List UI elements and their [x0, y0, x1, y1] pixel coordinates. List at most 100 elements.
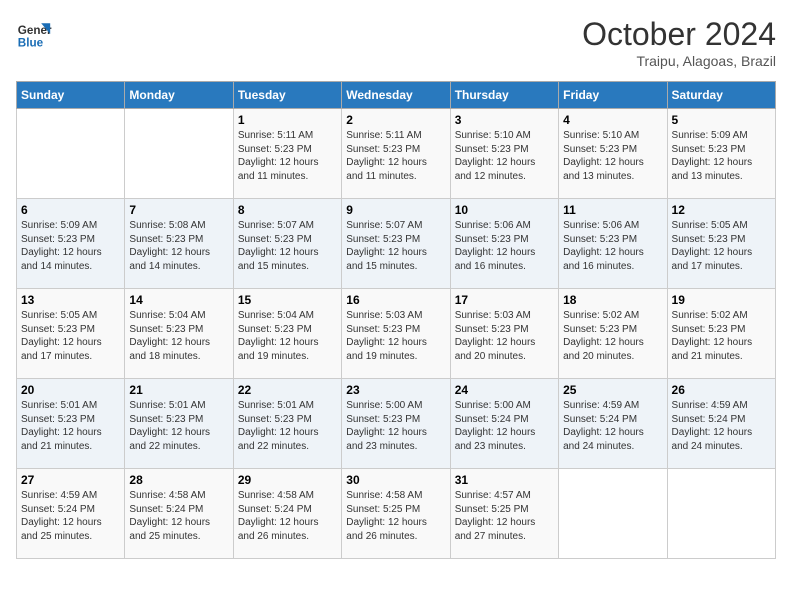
- calendar-cell: 6 Sunrise: 5:09 AM Sunset: 5:23 PM Daylig…: [17, 199, 125, 289]
- day-number: 11: [563, 203, 662, 217]
- calendar-cell: 25 Sunrise: 4:59 AM Sunset: 5:24 PM Dayli…: [559, 379, 667, 469]
- weekday-header-row: SundayMondayTuesdayWednesdayThursdayFrid…: [17, 82, 776, 109]
- day-number: 25: [563, 383, 662, 397]
- day-number: 9: [346, 203, 445, 217]
- calendar-header: SundayMondayTuesdayWednesdayThursdayFrid…: [17, 82, 776, 109]
- day-info: Sunrise: 4:59 AM Sunset: 5:24 PM Dayligh…: [672, 399, 771, 453]
- page-header: General Blue October 2024 Traipu, Alagoa…: [16, 16, 776, 69]
- calendar-cell: 9 Sunrise: 5:07 AM Sunset: 5:23 PM Daylig…: [342, 199, 450, 289]
- calendar-cell: 17 Sunrise: 5:03 AM Sunset: 5:23 PM Dayli…: [450, 289, 558, 379]
- day-number: 26: [672, 383, 771, 397]
- day-info: Sunrise: 5:03 AM Sunset: 5:23 PM Dayligh…: [455, 309, 554, 363]
- day-info: Sunrise: 5:03 AM Sunset: 5:23 PM Dayligh…: [346, 309, 445, 363]
- day-info: Sunrise: 4:58 AM Sunset: 5:24 PM Dayligh…: [238, 489, 337, 543]
- calendar-cell: 3Sunrise: 5:10 AM Sunset: 5:23 PM Daylig…: [450, 109, 558, 199]
- calendar-cell: 22 Sunrise: 5:01 AM Sunset: 5:23 PM Dayli…: [233, 379, 341, 469]
- day-number: 18: [563, 293, 662, 307]
- calendar-cell: 31Sunrise: 4:57 AM Sunset: 5:25 PM Dayli…: [450, 469, 558, 559]
- calendar-cell: 12Sunrise: 5:05 AM Sunset: 5:23 PM Dayli…: [667, 199, 775, 289]
- calendar-cell: 16 Sunrise: 5:03 AM Sunset: 5:23 PM Dayli…: [342, 289, 450, 379]
- day-info: Sunrise: 5:02 AM Sunset: 5:23 PM Dayligh…: [672, 309, 771, 363]
- calendar-cell: 14 Sunrise: 5:04 AM Sunset: 5:23 PM Dayli…: [125, 289, 233, 379]
- calendar-body: 1 Sunrise: 5:11 AM Sunset: 5:23 PM Daylig…: [17, 109, 776, 559]
- day-number: 27: [21, 473, 120, 487]
- day-number: 6: [21, 203, 120, 217]
- calendar-cell: 21Sunrise: 5:01 AM Sunset: 5:23 PM Dayli…: [125, 379, 233, 469]
- day-number: 4: [563, 113, 662, 127]
- weekday-header-wednesday: Wednesday: [342, 82, 450, 109]
- day-number: 28: [129, 473, 228, 487]
- calendar-cell: 18 Sunrise: 5:02 AM Sunset: 5:23 PM Dayli…: [559, 289, 667, 379]
- logo-icon: General Blue: [16, 16, 52, 52]
- calendar-cell: 1 Sunrise: 5:11 AM Sunset: 5:23 PM Daylig…: [233, 109, 341, 199]
- day-number: 20: [21, 383, 120, 397]
- day-info: Sunrise: 5:04 AM Sunset: 5:23 PM Dayligh…: [238, 309, 337, 363]
- day-info: Sunrise: 5:05 AM Sunset: 5:23 PM Dayligh…: [21, 309, 120, 363]
- calendar-cell: 11 Sunrise: 5:06 AM Sunset: 5:23 PM Dayli…: [559, 199, 667, 289]
- weekday-header-thursday: Thursday: [450, 82, 558, 109]
- day-info: Sunrise: 5:01 AM Sunset: 5:23 PM Dayligh…: [21, 399, 120, 453]
- calendar-week-4: 20 Sunrise: 5:01 AM Sunset: 5:23 PM Dayli…: [17, 379, 776, 469]
- day-info: Sunrise: 4:57 AM Sunset: 5:25 PM Dayligh…: [455, 489, 554, 543]
- weekday-header-friday: Friday: [559, 82, 667, 109]
- day-number: 8: [238, 203, 337, 217]
- calendar-cell: [125, 109, 233, 199]
- day-info: Sunrise: 5:01 AM Sunset: 5:23 PM Dayligh…: [238, 399, 337, 453]
- day-info: Sunrise: 4:58 AM Sunset: 5:25 PM Dayligh…: [346, 489, 445, 543]
- day-info: Sunrise: 5:07 AM Sunset: 5:23 PM Dayligh…: [238, 219, 337, 273]
- day-info: Sunrise: 5:06 AM Sunset: 5:23 PM Dayligh…: [563, 219, 662, 273]
- day-number: 2: [346, 113, 445, 127]
- day-info: Sunrise: 5:07 AM Sunset: 5:23 PM Dayligh…: [346, 219, 445, 273]
- calendar-cell: 8 Sunrise: 5:07 AM Sunset: 5:23 PM Daylig…: [233, 199, 341, 289]
- calendar-cell: 2 Sunrise: 5:11 AM Sunset: 5:23 PM Daylig…: [342, 109, 450, 199]
- calendar-cell: 13 Sunrise: 5:05 AM Sunset: 5:23 PM Dayli…: [17, 289, 125, 379]
- day-number: 13: [21, 293, 120, 307]
- calendar-week-1: 1 Sunrise: 5:11 AM Sunset: 5:23 PM Daylig…: [17, 109, 776, 199]
- calendar-cell: 10Sunrise: 5:06 AM Sunset: 5:23 PM Dayli…: [450, 199, 558, 289]
- day-info: Sunrise: 5:09 AM Sunset: 5:23 PM Dayligh…: [21, 219, 120, 273]
- day-number: 17: [455, 293, 554, 307]
- day-number: 22: [238, 383, 337, 397]
- day-number: 1: [238, 113, 337, 127]
- day-info: Sunrise: 5:10 AM Sunset: 5:23 PM Dayligh…: [563, 129, 662, 183]
- weekday-header-saturday: Saturday: [667, 82, 775, 109]
- day-number: 24: [455, 383, 554, 397]
- day-number: 16: [346, 293, 445, 307]
- day-number: 19: [672, 293, 771, 307]
- calendar-table: SundayMondayTuesdayWednesdayThursdayFrid…: [16, 81, 776, 559]
- day-info: Sunrise: 5:11 AM Sunset: 5:23 PM Dayligh…: [238, 129, 337, 183]
- calendar-cell: 23Sunrise: 5:00 AM Sunset: 5:23 PM Dayli…: [342, 379, 450, 469]
- calendar-cell: [559, 469, 667, 559]
- weekday-header-tuesday: Tuesday: [233, 82, 341, 109]
- day-number: 14: [129, 293, 228, 307]
- day-info: Sunrise: 5:06 AM Sunset: 5:23 PM Dayligh…: [455, 219, 554, 273]
- day-number: 30: [346, 473, 445, 487]
- calendar-cell: [17, 109, 125, 199]
- day-info: Sunrise: 5:00 AM Sunset: 5:24 PM Dayligh…: [455, 399, 554, 453]
- calendar-cell: 5Sunrise: 5:09 AM Sunset: 5:23 PM Daylig…: [667, 109, 775, 199]
- title-block: October 2024 Traipu, Alagoas, Brazil: [582, 16, 776, 69]
- weekday-header-sunday: Sunday: [17, 82, 125, 109]
- day-info: Sunrise: 4:59 AM Sunset: 5:24 PM Dayligh…: [563, 399, 662, 453]
- calendar-cell: 26 Sunrise: 4:59 AM Sunset: 5:24 PM Dayli…: [667, 379, 775, 469]
- calendar-week-5: 27Sunrise: 4:59 AM Sunset: 5:24 PM Dayli…: [17, 469, 776, 559]
- day-info: Sunrise: 5:05 AM Sunset: 5:23 PM Dayligh…: [672, 219, 771, 273]
- calendar-cell: 27Sunrise: 4:59 AM Sunset: 5:24 PM Dayli…: [17, 469, 125, 559]
- calendar-cell: [667, 469, 775, 559]
- day-info: Sunrise: 5:10 AM Sunset: 5:23 PM Dayligh…: [455, 129, 554, 183]
- calendar-cell: 24 Sunrise: 5:00 AM Sunset: 5:24 PM Dayli…: [450, 379, 558, 469]
- svg-text:Blue: Blue: [18, 37, 44, 50]
- day-number: 7: [129, 203, 228, 217]
- day-info: Sunrise: 5:01 AM Sunset: 5:23 PM Dayligh…: [129, 399, 228, 453]
- logo: General Blue: [16, 16, 52, 52]
- day-info: Sunrise: 5:04 AM Sunset: 5:23 PM Dayligh…: [129, 309, 228, 363]
- day-info: Sunrise: 5:00 AM Sunset: 5:23 PM Dayligh…: [346, 399, 445, 453]
- day-info: Sunrise: 5:02 AM Sunset: 5:23 PM Dayligh…: [563, 309, 662, 363]
- weekday-header-monday: Monday: [125, 82, 233, 109]
- day-info: Sunrise: 5:11 AM Sunset: 5:23 PM Dayligh…: [346, 129, 445, 183]
- calendar-cell: 30 Sunrise: 4:58 AM Sunset: 5:25 PM Dayli…: [342, 469, 450, 559]
- day-number: 29: [238, 473, 337, 487]
- calendar-cell: 29 Sunrise: 4:58 AM Sunset: 5:24 PM Dayli…: [233, 469, 341, 559]
- calendar-week-2: 6 Sunrise: 5:09 AM Sunset: 5:23 PM Daylig…: [17, 199, 776, 289]
- calendar-cell: 20 Sunrise: 5:01 AM Sunset: 5:23 PM Dayli…: [17, 379, 125, 469]
